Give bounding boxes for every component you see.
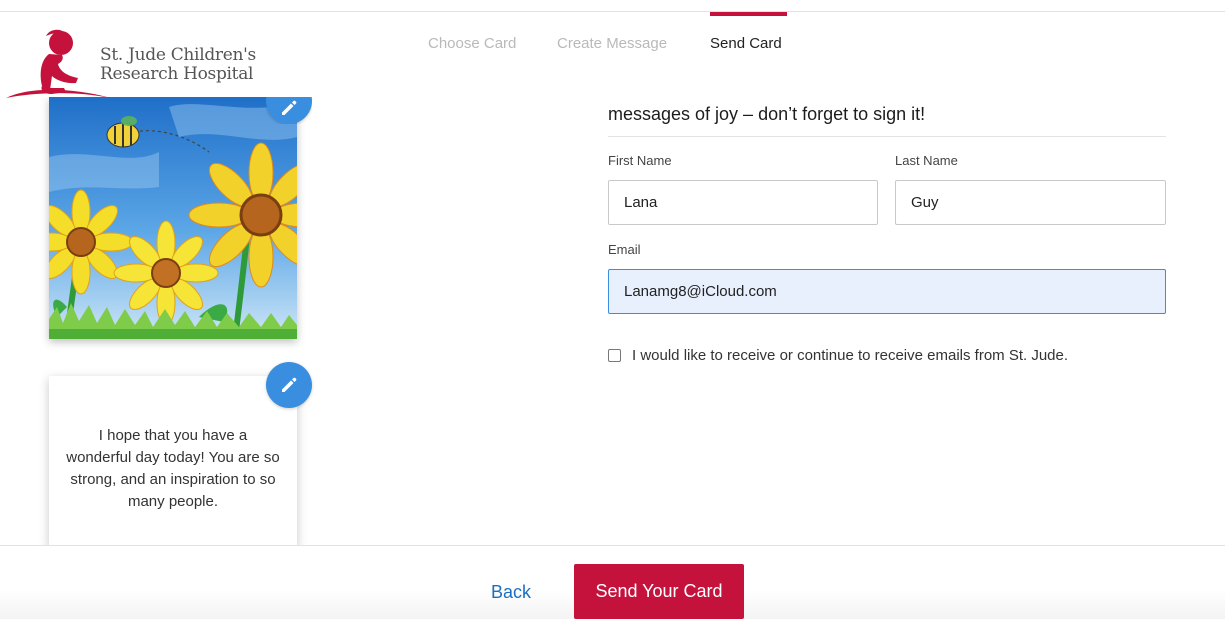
step-navigation: Choose Card Create Message Send Card xyxy=(0,12,1225,62)
first-name-field[interactable] xyxy=(608,180,878,225)
step-send-card[interactable]: Send Card xyxy=(710,35,782,52)
card-front-preview xyxy=(49,97,297,339)
brand-name-line2: Research Hospital xyxy=(100,64,254,84)
send-your-card-button[interactable]: Send Your Card xyxy=(574,564,744,619)
back-button[interactable]: Back xyxy=(482,570,540,614)
card-message-preview: I hope that you have a wonderful day tod… xyxy=(49,376,297,548)
form-divider xyxy=(608,136,1166,137)
active-step-indicator xyxy=(710,12,787,16)
pencil-icon xyxy=(282,100,297,115)
edit-message-button[interactable] xyxy=(266,362,312,408)
step-create-message[interactable]: Create Message xyxy=(557,35,667,52)
card-message-text: I hope that you have a wonderful day tod… xyxy=(66,427,280,510)
pencil-icon xyxy=(282,377,297,392)
email-optin-checkbox[interactable] xyxy=(608,349,621,362)
sunflower-painting xyxy=(49,97,297,339)
last-name-field[interactable] xyxy=(895,180,1166,225)
first-name-label: First Name xyxy=(608,153,672,168)
last-name-label: Last Name xyxy=(895,153,958,168)
email-label: Email xyxy=(608,242,641,257)
email-field[interactable] xyxy=(608,269,1166,314)
step-choose-card[interactable]: Choose Card xyxy=(428,35,516,52)
form-intro-text: messages of joy – don’t forget to sign i… xyxy=(608,104,926,124)
email-optin-label[interactable]: I would like to receive or continue to r… xyxy=(632,347,1068,364)
